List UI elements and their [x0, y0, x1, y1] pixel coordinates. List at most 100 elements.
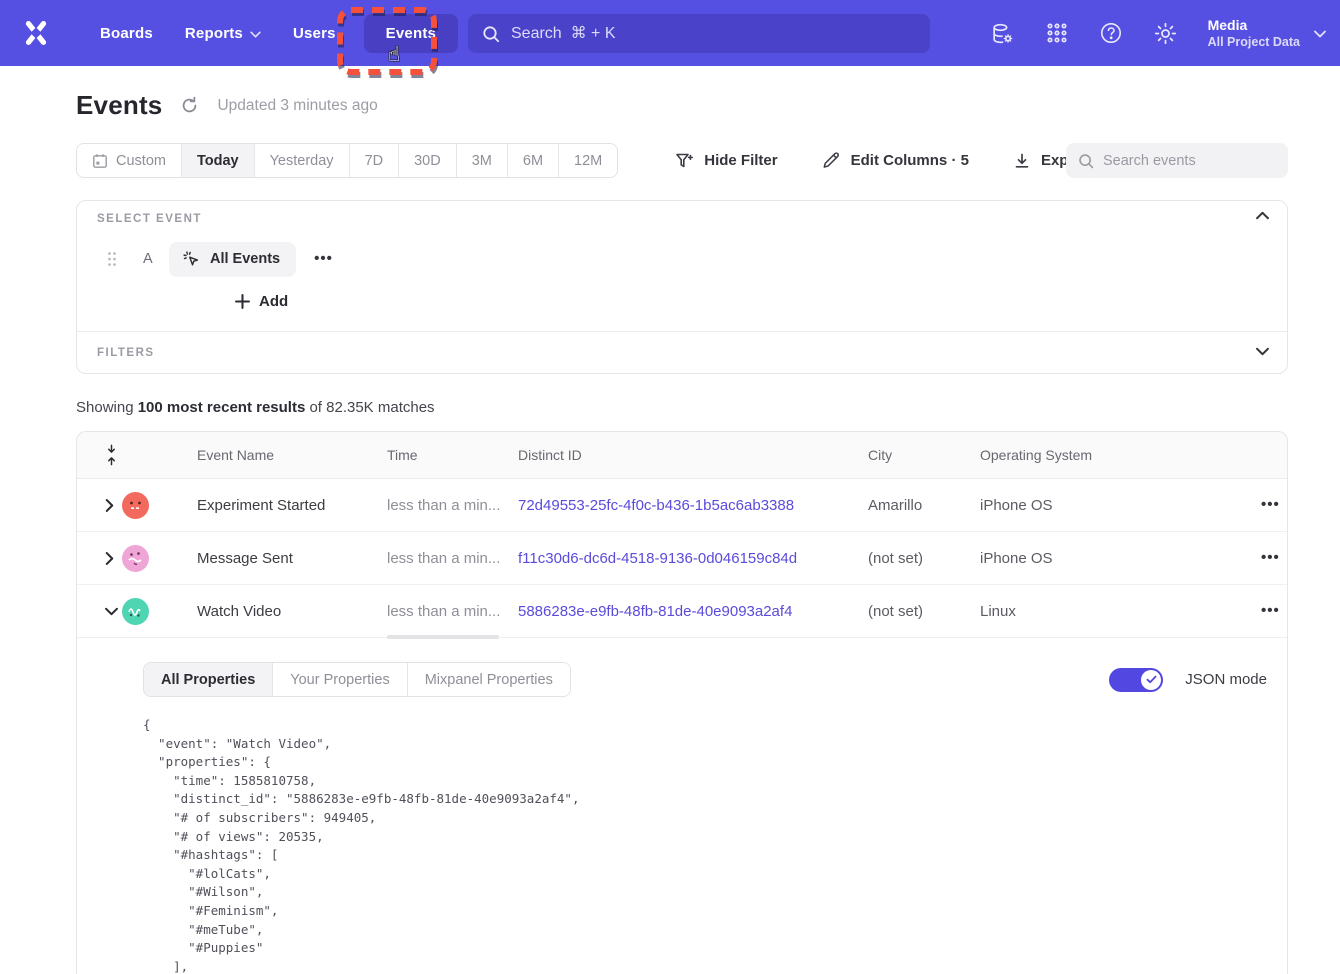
date-option-6m[interactable]: 6M	[508, 144, 559, 177]
tab-your-properties[interactable]: Your Properties	[273, 663, 407, 696]
search-icon	[482, 25, 500, 43]
table-row[interactable]: Experiment Started less than a min... 72…	[77, 479, 1287, 532]
event-json-view: { "event": "Watch Video", "properties": …	[143, 716, 1267, 974]
events-search-input[interactable]	[1103, 153, 1276, 169]
date-option-30d[interactable]: 30D	[399, 144, 457, 177]
hide-filter-label: Hide Filter	[704, 152, 777, 169]
event-avatar	[122, 598, 149, 625]
row-menu-icon[interactable]: •••	[1261, 500, 1280, 510]
json-mode-label: JSON mode	[1185, 671, 1267, 688]
help-icon[interactable]	[1099, 21, 1123, 45]
date-option-7d[interactable]: 7D	[350, 144, 400, 177]
select-event-section-label: SELECT EVENT	[97, 213, 202, 225]
distinct-id-link[interactable]: 72d49553-25fc-4f0c-b436-1b5ac6ab3388	[518, 497, 868, 514]
nav-item-reports[interactable]: Reports	[169, 15, 277, 52]
filters-section[interactable]: FILTERS	[77, 331, 1287, 374]
column-header-time[interactable]: Time	[387, 447, 518, 463]
collapse-row-icon[interactable]	[105, 607, 122, 616]
expand-section-icon[interactable]	[1256, 347, 1269, 356]
toggle-check-icon	[1141, 670, 1161, 690]
date-option-label: 30D	[414, 153, 441, 169]
summary-suffix: of 82.35K matches	[305, 399, 434, 416]
hide-filter-button[interactable]: Hide Filter	[674, 151, 777, 171]
os-cell: Linux	[980, 603, 1195, 620]
event-avatar	[122, 492, 149, 519]
nav-item-users-label: Users	[293, 25, 336, 42]
event-row-letter: A	[143, 251, 155, 267]
expand-row-icon[interactable]	[105, 552, 122, 565]
project-switcher[interactable]: Media All Project Data	[1208, 16, 1326, 50]
data-management-icon[interactable]	[990, 21, 1015, 46]
distinct-id-link[interactable]: f11c30d6-dc6d-4518-9136-0d046159c84d	[518, 550, 868, 567]
event-avatar	[122, 545, 149, 572]
events-table: Event Name Time Distinct ID City Operati…	[76, 431, 1288, 974]
global-search[interactable]	[468, 14, 930, 53]
chevron-down-icon	[1314, 30, 1326, 38]
page-header: Events Updated 3 minutes ago	[76, 90, 378, 121]
page-title: Events	[76, 90, 162, 121]
tab-mixpanel-properties[interactable]: Mixpanel Properties	[408, 663, 570, 696]
city-cell: (not set)	[868, 603, 980, 620]
event-name-cell: Watch Video	[197, 603, 387, 620]
row-menu-icon[interactable]: •••	[1261, 553, 1280, 563]
nav-item-events[interactable]: Events	[364, 14, 458, 53]
summary-count: 100 most recent results	[138, 399, 306, 416]
project-info: Media All Project Data	[1208, 16, 1300, 50]
date-option-3m[interactable]: 3M	[457, 144, 508, 177]
results-summary: Showing 100 most recent results of 82.35…	[76, 399, 435, 416]
city-cell: (not set)	[868, 550, 980, 567]
settings-gear-icon[interactable]	[1153, 21, 1178, 46]
top-navbar: Boards Reports Users Events ☝	[0, 0, 1340, 66]
date-range-selector: Custom Today Yesterday 7D 30D 3M 6M 12M	[76, 143, 618, 178]
refresh-icon[interactable]	[180, 96, 199, 115]
json-mode-control: JSON mode	[1109, 668, 1267, 692]
navbar-right: Media All Project Data	[990, 0, 1326, 66]
date-option-12m[interactable]: 12M	[559, 144, 617, 177]
date-option-yesterday[interactable]: Yesterday	[255, 144, 350, 177]
collapse-section-icon[interactable]	[1256, 211, 1269, 220]
mixpanel-x-glyph	[21, 18, 51, 48]
nav-item-boards-label: Boards	[100, 25, 153, 42]
date-option-label: Custom	[116, 153, 166, 169]
calendar-icon	[92, 153, 108, 169]
date-option-today[interactable]: Today	[182, 144, 255, 177]
event-row-more-icon[interactable]: •••	[314, 254, 333, 264]
table-row-expanded[interactable]: Watch Video less than a min... 5886283e-…	[77, 585, 1287, 638]
column-header-os[interactable]: Operating System	[980, 447, 1195, 463]
nav-item-users[interactable]: Users	[277, 15, 352, 52]
events-search[interactable]	[1066, 143, 1288, 178]
selected-event-label: All Events	[210, 251, 280, 267]
date-option-label: 12M	[574, 153, 602, 169]
chevron-down-icon	[250, 31, 261, 38]
toolbar-actions: Hide Filter Edit Columns · 5	[674, 151, 1088, 171]
distinct-id-link[interactable]: 5886283e-e9fb-48fb-81de-40e9093a2af4	[518, 603, 868, 620]
add-event-button[interactable]: Add	[235, 293, 288, 310]
column-header-event-name[interactable]: Event Name	[197, 447, 387, 463]
edit-columns-button[interactable]: Edit Columns · 5	[822, 151, 969, 170]
nav-item-boards[interactable]: Boards	[84, 15, 169, 52]
filters-section-label: FILTERS	[97, 347, 155, 359]
row-menu-icon[interactable]: •••	[1261, 606, 1280, 616]
query-builder-card: SELECT EVENT A	[76, 200, 1288, 374]
date-option-custom[interactable]: Custom	[77, 144, 182, 177]
event-name-cell: Experiment Started	[197, 497, 387, 514]
tab-all-properties[interactable]: All Properties	[144, 663, 273, 696]
event-selector-pill[interactable]: All Events	[169, 242, 296, 277]
summary-prefix: Showing	[76, 399, 138, 416]
column-header-distinct-id[interactable]: Distinct ID	[518, 447, 868, 463]
global-search-input[interactable]	[511, 25, 916, 43]
expand-row-icon[interactable]	[105, 499, 122, 512]
date-option-label: 3M	[472, 153, 492, 169]
table-row[interactable]: Message Sent less than a min... f11c30d6…	[77, 532, 1287, 585]
table-header-row: Event Name Time Distinct ID City Operati…	[77, 432, 1287, 479]
column-header-city[interactable]: City	[868, 447, 980, 463]
sort-order-icon[interactable]	[101, 444, 122, 466]
mixpanel-logo-icon[interactable]	[18, 15, 54, 51]
drag-handle-icon[interactable]	[107, 251, 117, 267]
updated-timestamp: Updated 3 minutes ago	[217, 97, 377, 115]
apps-grid-icon[interactable]	[1045, 21, 1069, 45]
json-mode-toggle[interactable]	[1109, 668, 1163, 692]
events-page: Boards Reports Users Events ☝	[0, 0, 1340, 974]
controls-row: Custom Today Yesterday 7D 30D 3M 6M 12M …	[76, 143, 1288, 178]
table-horizontal-scrollbar[interactable]	[387, 635, 499, 639]
